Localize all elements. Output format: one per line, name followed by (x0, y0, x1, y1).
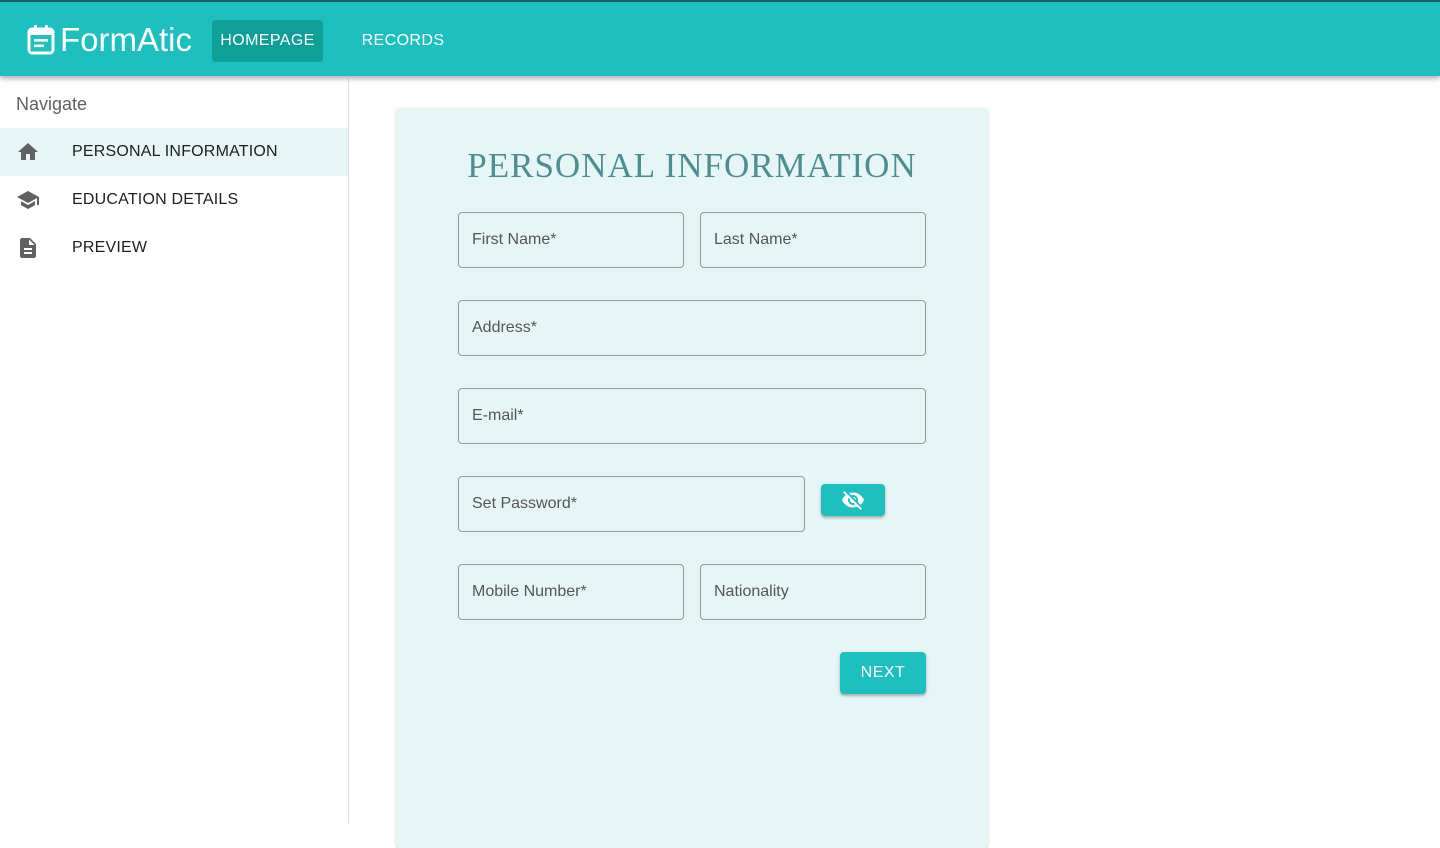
mobile-number-field[interactable] (458, 564, 684, 620)
toggle-password-visibility-button[interactable] (821, 484, 885, 516)
school-icon (16, 188, 40, 212)
nav-records-button[interactable]: RECORDS (353, 20, 453, 62)
sidebar-item-education-details[interactable]: EDUCATION DETAILS (0, 176, 348, 224)
sidebar-item-personal-information[interactable]: PERSONAL INFORMATION (0, 128, 348, 176)
password-field[interactable] (458, 476, 805, 532)
nav-records-label: RECORDS (361, 32, 445, 49)
nav-homepage-label: HOMEPAGE (220, 32, 315, 49)
last-name-field[interactable] (700, 212, 926, 268)
next-button-label: NEXT (860, 664, 906, 681)
sidebar-item-preview[interactable]: PREVIEW (0, 224, 348, 272)
brand-name: FormAtic (60, 21, 192, 58)
personal-information-form-card: PERSONAL INFORMATION NEXT (396, 108, 988, 848)
document-icon (16, 236, 40, 260)
first-name-field[interactable] (458, 212, 684, 268)
home-icon (16, 140, 40, 164)
email-field[interactable] (458, 388, 926, 444)
visibility-off-icon (841, 488, 865, 512)
nationality-field[interactable] (700, 564, 926, 620)
sidebar-title: Navigate (16, 94, 88, 114)
sidebar: Navigate PERSONAL INFORMATION EDUCATION … (0, 78, 349, 823)
app-bar: FormAtic HOMEPAGE RECORDS (0, 0, 1440, 76)
sidebar-item-label: EDUCATION DETAILS (72, 191, 239, 208)
brand-logo[interactable]: FormAtic (26, 20, 192, 60)
form-title: PERSONAL INFORMATION (467, 146, 917, 185)
sidebar-item-label: PERSONAL INFORMATION (72, 143, 278, 160)
next-button[interactable]: NEXT (840, 652, 926, 694)
nav-homepage-button[interactable]: HOMEPAGE (212, 20, 323, 62)
calendar-form-icon (26, 24, 56, 56)
address-field[interactable] (458, 300, 926, 356)
sidebar-item-label: PREVIEW (72, 239, 148, 256)
